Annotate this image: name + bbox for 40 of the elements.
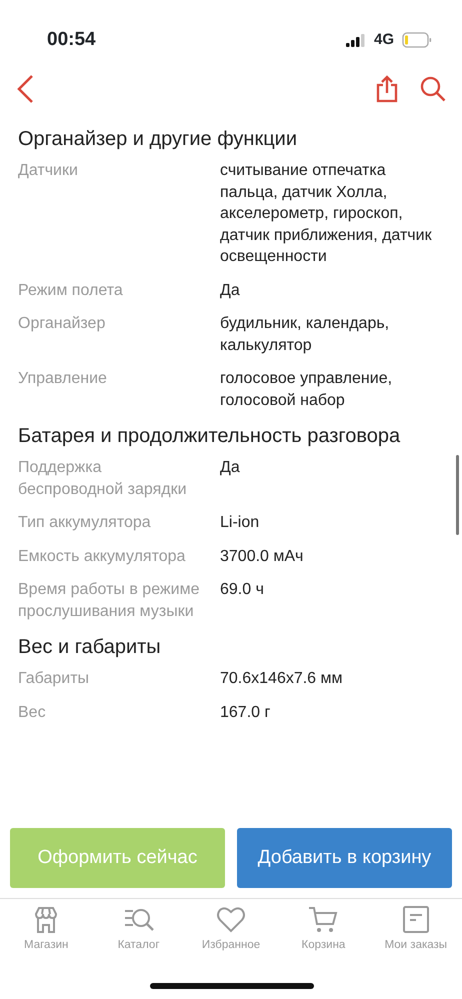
- tab-bar-item[interactable]: Магазин: [0, 905, 92, 955]
- battery-icon: [402, 32, 432, 48]
- share-icon[interactable]: [376, 75, 398, 103]
- spec-value: 70.6x146x7.6 мм: [220, 669, 344, 689]
- spec-label: Вес: [18, 702, 47, 722]
- network-label: 4G: [374, 30, 394, 50]
- spec-value: 167.0 г: [220, 702, 272, 722]
- back-icon[interactable]: [16, 74, 34, 104]
- tab-bar-item[interactable]: Каталог: [92, 905, 185, 955]
- tab-bar-item[interactable]: Избранное: [184, 905, 278, 955]
- spec-label: Датчики: [18, 161, 79, 181]
- spec-label: Режим полета: [18, 280, 124, 300]
- spec-label: Управление: [18, 369, 108, 389]
- signal-icon: [346, 34, 366, 46]
- spec-value: 3700.0 мАч: [220, 546, 304, 566]
- spec-label: Органайзер: [18, 314, 106, 334]
- spec-value: Да: [220, 458, 241, 478]
- section-title: Батарея и продолжительность разговора: [18, 424, 402, 449]
- heart-icon: [216, 905, 246, 935]
- spec-label: Тип аккумулятора: [18, 513, 152, 533]
- tab-bar-item[interactable]: Мои заказы: [370, 905, 462, 955]
- document-icon: [400, 905, 431, 935]
- section-title: Вес и габариты: [18, 635, 162, 660]
- cart-icon: [308, 905, 338, 935]
- status-time: 00:54: [47, 28, 96, 52]
- spec-value: 69.0 ч: [220, 580, 265, 600]
- search-icon[interactable]: [420, 76, 446, 102]
- section-title: Органайзер и другие функции: [18, 127, 298, 152]
- spec-label: Габариты: [18, 669, 90, 689]
- spec-value: Да: [220, 280, 241, 300]
- checkout-button[interactable]: Оформить сейчас: [10, 828, 225, 888]
- add-to-cart-button[interactable]: Добавить в корзину: [237, 828, 452, 888]
- spec-value: считывание отпечатка пальца, датчик Холла, акселерометр, гироскоп, датчик приближения, датчик освещенности: [220, 161, 433, 267]
- spec-value: Li-ion: [220, 513, 260, 533]
- spec-label: Емкость аккумулятора: [18, 546, 186, 566]
- spec-label: Время работы в режиме прослушивания музыки: [18, 580, 200, 622]
- spec-value: будильник, календарь, калькулятор: [220, 314, 390, 356]
- tab-bar-item[interactable]: Корзина: [277, 905, 370, 955]
- spec-value: голосовое управление, голосовой набор: [220, 369, 394, 410]
- spec-label: Поддержка беспроводной зарядки: [18, 458, 188, 500]
